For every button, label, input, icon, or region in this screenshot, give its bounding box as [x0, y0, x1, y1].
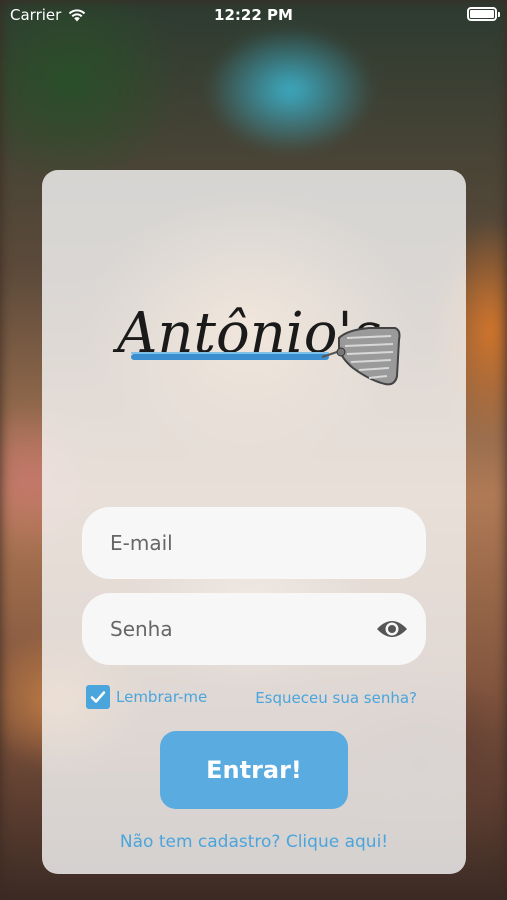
remember-me-toggle[interactable]: Lembrar-me	[86, 685, 207, 709]
password-input[interactable]	[82, 593, 426, 665]
eye-icon[interactable]	[376, 617, 408, 641]
remember-me-label: Lembrar-me	[116, 688, 208, 706]
battery-icon	[467, 7, 500, 21]
antonios-logo: Antônio's	[112, 301, 401, 386]
email-input[interactable]	[82, 507, 426, 579]
login-card: Antônio's Lembrar-me Esqueceu sua senha?…	[42, 170, 466, 874]
checkmark-icon	[90, 691, 106, 703]
signup-link[interactable]: Não tem cadastro? Clique aqui!	[42, 832, 466, 852]
remember-me-checkbox[interactable]	[86, 685, 110, 709]
forgot-password-link[interactable]: Esqueceu sua senha?	[255, 689, 417, 707]
status-bar: Carrier 12:22 PM	[0, 0, 507, 32]
clock: 12:22 PM	[214, 6, 293, 24]
login-button[interactable]: Entrar!	[160, 731, 348, 809]
